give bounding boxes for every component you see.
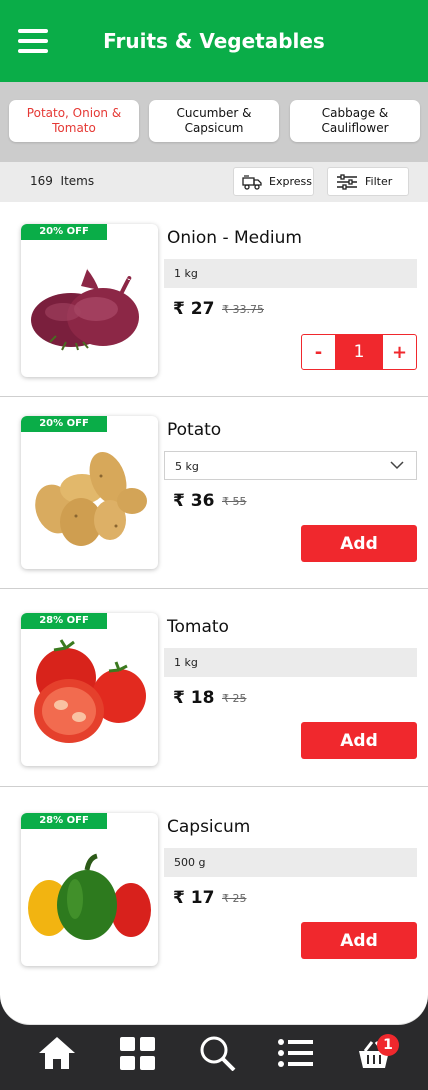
filter-label: Filter (365, 175, 393, 188)
product-price: ₹ 17 (173, 888, 215, 908)
add-to-cart-button[interactable]: Add (301, 722, 417, 759)
unit-select[interactable]: 5 kg (164, 451, 417, 480)
express-label: Express (269, 175, 312, 188)
divider (0, 786, 428, 787)
express-button[interactable]: Express (233, 167, 314, 196)
category-tab-cucumber-capsicum[interactable]: Cucumber & Capsicum (149, 100, 279, 142)
unit-label: 1 kg (164, 648, 417, 677)
category-tab-cabbage-cauliflower[interactable]: Cabbage & Cauliflower (290, 100, 420, 142)
chevron-down-icon (390, 461, 404, 470)
potato-image (35, 451, 147, 546)
product-image-capsicum[interactable]: 28% OFF (21, 813, 158, 966)
quantity-value: 1 (335, 335, 383, 369)
add-to-cart-button[interactable]: Add (301, 525, 417, 562)
product-mrp: ₹ 25 (222, 692, 247, 705)
decrease-quantity-button[interactable]: - (302, 335, 335, 369)
product-mrp: ₹ 25 (222, 892, 247, 905)
capsicum-image (28, 853, 151, 940)
app-header: Fruits & Vegetables (0, 0, 428, 82)
product-name: Potato (167, 420, 222, 440)
category-bar: Potato, Onion & Tomato Cucumber & Capsic… (0, 82, 428, 162)
quantity-stepper: - 1 + (301, 334, 417, 370)
tomato-image (34, 639, 146, 743)
discount-badge: 20% OFF (21, 224, 107, 240)
add-to-cart-button[interactable]: Add (301, 922, 417, 959)
product-mrp: ₹ 55 (222, 495, 247, 508)
unit-label: 1 kg (164, 259, 417, 288)
categories-icon[interactable] (119, 1036, 157, 1076)
increase-quantity-button[interactable]: + (383, 335, 416, 369)
onion-image (31, 268, 139, 351)
list-end (0, 985, 428, 1025)
product-price: ₹ 36 (173, 491, 215, 511)
home-icon[interactable] (37, 1035, 77, 1075)
list-toolbar: 169 Items Express Filter (0, 162, 428, 202)
search-icon[interactable] (199, 1035, 237, 1075)
unit-label: 5 kg (175, 460, 199, 473)
category-tab-potato-onion-tomato[interactable]: Potato, Onion & Tomato (9, 100, 139, 142)
product-price: ₹ 27 (173, 299, 215, 319)
discount-badge: 28% OFF (21, 813, 107, 829)
product-price: ₹ 18 (173, 688, 215, 708)
product-name: Onion - Medium (167, 228, 302, 248)
filter-button[interactable]: Filter (327, 167, 409, 196)
divider (0, 588, 428, 589)
page-title: Fruits & Vegetables (103, 29, 325, 53)
discount-badge: 20% OFF (21, 416, 107, 432)
product-mrp: ₹ 33.75 (222, 303, 264, 316)
product-name: Tomato (167, 617, 229, 637)
product-image-tomato[interactable]: 28% OFF (21, 613, 158, 766)
express-delivery-icon (242, 174, 262, 190)
list-icon[interactable] (278, 1038, 314, 1072)
filter-icon (337, 173, 357, 190)
cart-count-badge: 1 (377, 1034, 399, 1056)
divider (0, 396, 428, 397)
items-count: 169 Items (30, 174, 95, 188)
product-name: Capsicum (167, 817, 251, 837)
unit-label: 500 g (164, 848, 417, 877)
product-image-potato[interactable]: 20% OFF (21, 416, 158, 569)
discount-badge: 28% OFF (21, 613, 107, 629)
cart-button[interactable]: 1 (357, 1034, 399, 1074)
product-image-onion[interactable]: 20% OFF (21, 224, 158, 377)
